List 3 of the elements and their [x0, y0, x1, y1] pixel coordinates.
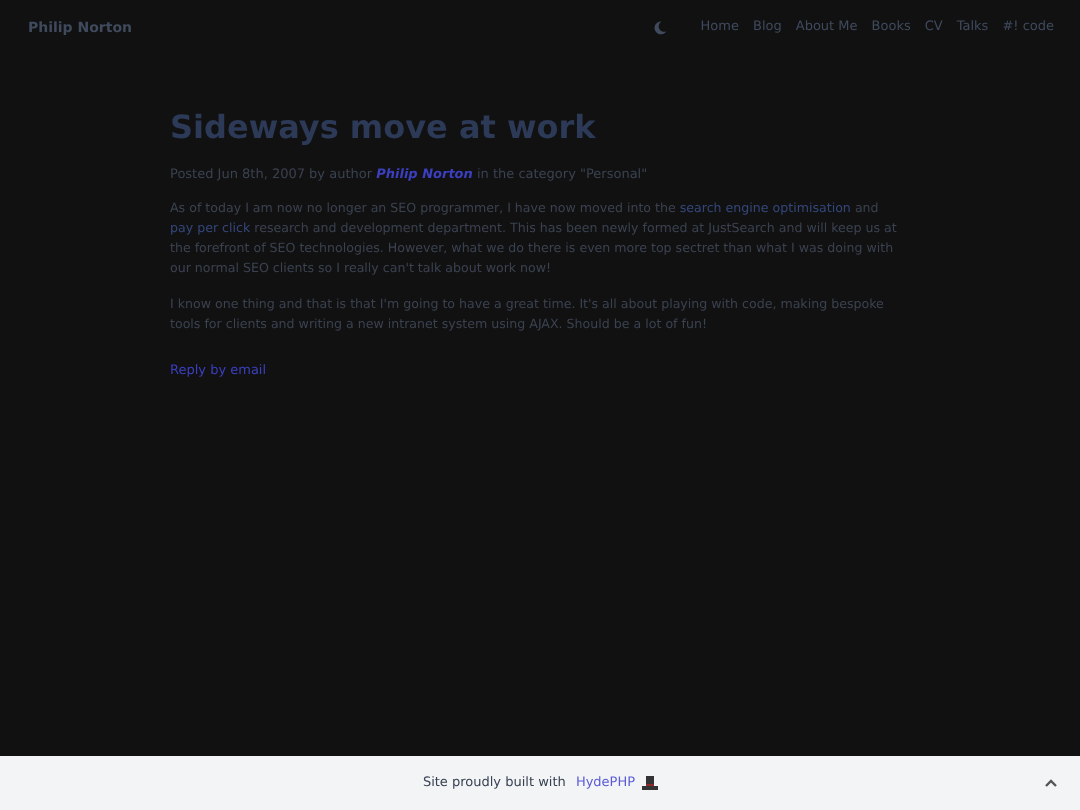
chevron-up-icon[interactable] — [1044, 778, 1058, 788]
top-hat-icon — [641, 776, 658, 790]
post-title: Sideways move at work — [170, 108, 598, 148]
